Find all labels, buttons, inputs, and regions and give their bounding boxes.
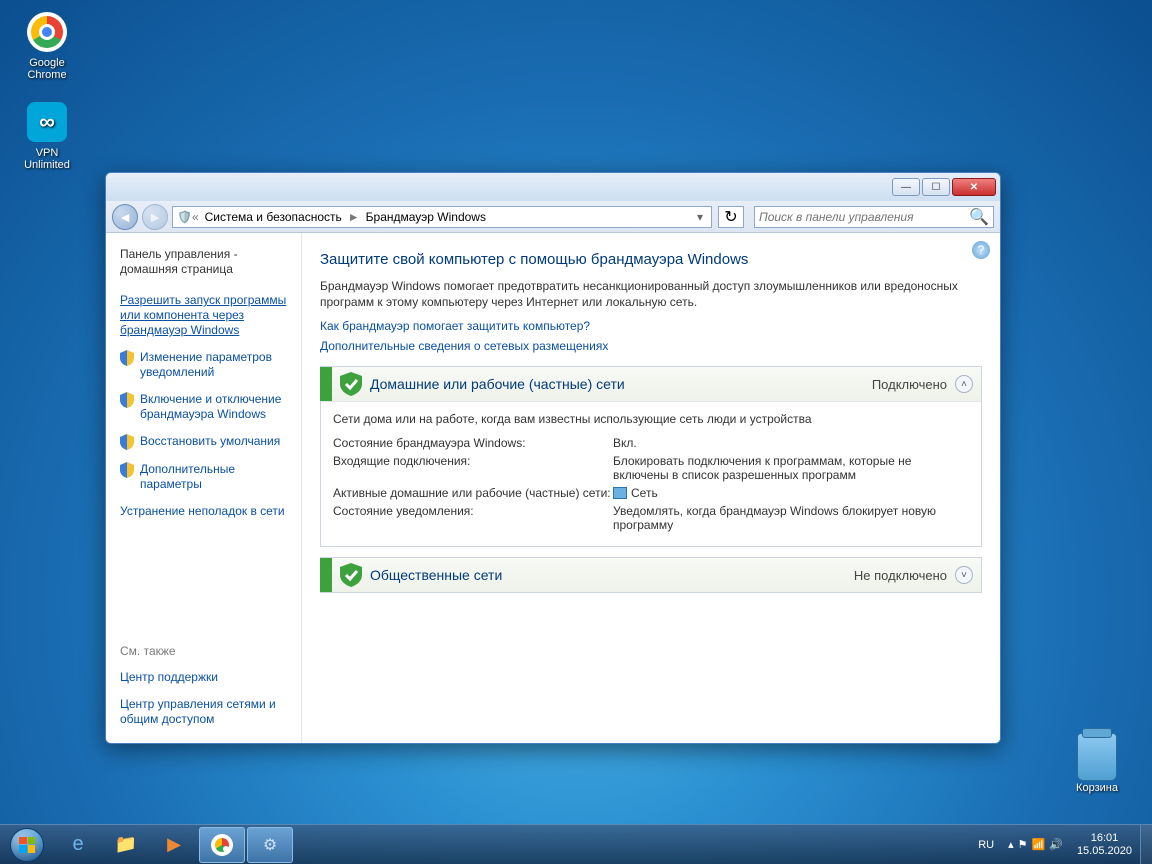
page-title: Защитите свой компьютер с помощью брандм… bbox=[320, 251, 982, 268]
sidebar-restore-defaults[interactable]: Восстановить умолчания bbox=[140, 434, 280, 449]
sidebar-network-center[interactable]: Центр управления сетями и общим доступом bbox=[120, 697, 289, 727]
public-panel-header[interactable]: Общественные сети Не подключено ˅ bbox=[321, 558, 981, 592]
help-button[interactable]: ? bbox=[972, 241, 990, 259]
icon-label: Google Chrome bbox=[12, 57, 82, 81]
shield-icon bbox=[120, 350, 134, 366]
desktop-icon-vpn[interactable]: ∞ VPN Unlimited bbox=[12, 100, 82, 171]
shield-icon bbox=[120, 392, 134, 408]
search-input[interactable] bbox=[759, 210, 969, 224]
chrome-icon bbox=[211, 834, 233, 856]
network-tray-icon[interactable]: 📶 bbox=[1032, 838, 1046, 851]
public-panel-title: Общественные сети bbox=[370, 567, 502, 583]
chevron-up-icon[interactable]: ˄ bbox=[955, 375, 973, 393]
language-indicator[interactable]: RU bbox=[970, 839, 1002, 851]
sidebar-home-link[interactable]: Панель управления - домашняя страница bbox=[120, 247, 289, 277]
chevron-down-icon[interactable]: ˅ bbox=[955, 566, 973, 584]
taskbar-clock[interactable]: 16:01 15.05.2020 bbox=[1069, 832, 1140, 856]
page-description: Брандмауэр Windows помогает предотвратит… bbox=[320, 278, 982, 310]
taskbar-media[interactable]: ▶ bbox=[151, 827, 197, 863]
network-icon bbox=[613, 487, 627, 499]
search-box[interactable]: 🔍 bbox=[754, 206, 994, 228]
icon-label: Корзина bbox=[1062, 782, 1132, 794]
sidebar-troubleshoot[interactable]: Устранение неполадок в сети bbox=[120, 504, 289, 519]
sidebar-allow-program[interactable]: Разрешить запуск программы или компонент… bbox=[120, 293, 289, 338]
row-value: Уведомлять, когда брандмауэр Windows бло… bbox=[613, 504, 969, 532]
taskbar: e 📁 ▶ ⚙ RU ▴ ⚑ 📶 🔊 16:01 15.05.2020 bbox=[0, 824, 1152, 864]
sidebar-advanced[interactable]: Дополнительные параметры bbox=[140, 462, 289, 492]
taskbar-ie[interactable]: e bbox=[55, 827, 101, 863]
row-value: Блокировать подключения к программам, ко… bbox=[613, 454, 969, 482]
sidebar: Панель управления - домашняя страница Ра… bbox=[106, 233, 302, 743]
private-panel-header[interactable]: Домашние или рабочие (частные) сети Подк… bbox=[321, 367, 981, 401]
row-value: Вкл. bbox=[613, 436, 969, 450]
status-strip bbox=[320, 558, 332, 592]
firewall-window: — ☐ ✕ ◄ ► 🛡️ « Система и безопасность ► … bbox=[105, 172, 1001, 744]
volume-icon[interactable]: 🔊 bbox=[1049, 838, 1063, 851]
private-panel-subtitle: Сети дома или на работе, когда вам извес… bbox=[333, 412, 969, 426]
taskbar-control-panel[interactable]: ⚙ bbox=[247, 827, 293, 863]
main-content: ? Защитите свой компьютер с помощью бран… bbox=[302, 233, 1000, 743]
icon-label: VPN Unlimited bbox=[12, 147, 82, 171]
status-strip bbox=[320, 367, 332, 401]
link-how-firewall-protects[interactable]: Как брандмауэр помогает защитить компьют… bbox=[320, 319, 590, 333]
private-panel-title: Домашние или рабочие (частные) сети bbox=[370, 376, 625, 392]
crumb-dropdown-icon[interactable]: ▾ bbox=[693, 210, 707, 224]
link-network-locations[interactable]: Дополнительные сведения о сетевых размещ… bbox=[320, 339, 608, 353]
private-panel-body: Сети дома или на работе, когда вам извес… bbox=[321, 401, 981, 546]
shield-check-icon bbox=[340, 563, 362, 587]
flag-icon[interactable]: ⚑ bbox=[1018, 838, 1028, 851]
chrome-icon bbox=[27, 12, 67, 52]
crumb-category[interactable]: Система и безопасность bbox=[199, 210, 348, 224]
row-label: Состояние уведомления: bbox=[333, 504, 613, 532]
time-text: 16:01 bbox=[1077, 832, 1132, 844]
taskbar-explorer[interactable]: 📁 bbox=[103, 827, 149, 863]
vpn-icon: ∞ bbox=[27, 102, 67, 142]
address-bar: ◄ ► 🛡️ « Система и безопасность ► Брандм… bbox=[106, 201, 1000, 233]
row-value: Сеть bbox=[613, 486, 969, 500]
folder-icon: 📁 bbox=[115, 834, 137, 855]
close-button[interactable]: ✕ bbox=[952, 178, 996, 196]
shield-check-icon bbox=[340, 372, 362, 396]
sidebar-notifications[interactable]: Изменение параметров уведомлений bbox=[140, 350, 289, 380]
ie-icon: e bbox=[72, 833, 83, 856]
control-panel-icon: ⚙ bbox=[263, 835, 277, 855]
taskbar-chrome[interactable] bbox=[199, 827, 245, 863]
tray-up-icon[interactable]: ▴ bbox=[1008, 838, 1014, 851]
breadcrumb[interactable]: 🛡️ « Система и безопасность ► Брандмауэр… bbox=[172, 206, 712, 228]
public-panel-status: Не подключено bbox=[854, 568, 947, 583]
row-label: Входящие подключения: bbox=[333, 454, 613, 482]
sidebar-see-also-label: См. также bbox=[120, 644, 289, 658]
crumb-current[interactable]: Брандмауэр Windows bbox=[360, 210, 492, 224]
media-icon: ▶ bbox=[167, 834, 181, 855]
desktop-icon-recycle-bin[interactable]: Корзина bbox=[1062, 735, 1132, 794]
control-panel-icon: 🛡️ bbox=[177, 210, 192, 224]
system-tray[interactable]: ▴ ⚑ 📶 🔊 bbox=[1002, 838, 1069, 851]
row-label: Активные домашние или рабочие (частные) … bbox=[333, 486, 613, 500]
public-networks-panel: Общественные сети Не подключено ˅ bbox=[320, 557, 982, 593]
recycle-bin-icon bbox=[1077, 733, 1117, 781]
windows-logo-icon bbox=[10, 828, 44, 862]
sidebar-on-off[interactable]: Включение и отключение брандмауэра Windo… bbox=[140, 392, 289, 422]
private-panel-status: Подключено bbox=[872, 377, 947, 392]
refresh-button[interactable]: ↻ bbox=[718, 206, 744, 228]
search-icon[interactable]: 🔍 bbox=[969, 207, 989, 227]
maximize-button[interactable]: ☐ bbox=[922, 178, 950, 196]
private-networks-panel: Домашние или рабочие (частные) сети Подк… bbox=[320, 366, 982, 547]
sidebar-action-center[interactable]: Центр поддержки bbox=[120, 670, 289, 685]
shield-icon bbox=[120, 462, 134, 478]
row-label: Состояние брандмауэра Windows: bbox=[333, 436, 613, 450]
back-button[interactable]: ◄ bbox=[112, 204, 138, 230]
desktop-icon-chrome[interactable]: Google Chrome bbox=[12, 10, 82, 81]
start-button[interactable] bbox=[0, 825, 54, 864]
show-desktop-button[interactable] bbox=[1140, 825, 1152, 864]
date-text: 15.05.2020 bbox=[1077, 845, 1132, 857]
forward-button[interactable]: ► bbox=[142, 204, 168, 230]
shield-icon bbox=[120, 434, 134, 450]
titlebar[interactable]: — ☐ ✕ bbox=[106, 173, 1000, 201]
minimize-button[interactable]: — bbox=[892, 178, 920, 196]
